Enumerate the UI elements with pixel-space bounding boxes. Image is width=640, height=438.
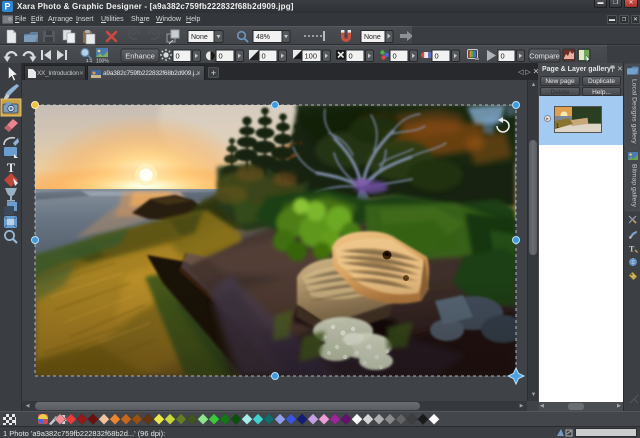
svg-text:0: 0 [349,51,353,60]
svg-text:None: None [364,34,381,41]
svg-text:Compare: Compare [529,52,560,61]
svg-text:None: None [191,34,208,41]
svg-text:0: 0 [501,51,505,60]
svg-text:0: 0 [262,51,266,60]
svg-text:0: 0 [435,51,439,60]
svg-text:0: 0 [393,51,397,60]
svg-text:P: P [4,2,10,12]
svg-text:0: 0 [176,51,180,60]
svg-text:Enhance: Enhance [125,52,155,61]
svg-text:100: 100 [305,51,318,60]
svg-text:Local Designs gallery: Local Designs gallery [631,79,638,144]
svg-text:0: 0 [219,51,223,60]
svg-text:48%: 48% [256,34,270,41]
svg-text:T: T [7,161,16,175]
svg-text:Bitmap gallery: Bitmap gallery [631,164,638,208]
svg-text:T: T [629,245,635,254]
